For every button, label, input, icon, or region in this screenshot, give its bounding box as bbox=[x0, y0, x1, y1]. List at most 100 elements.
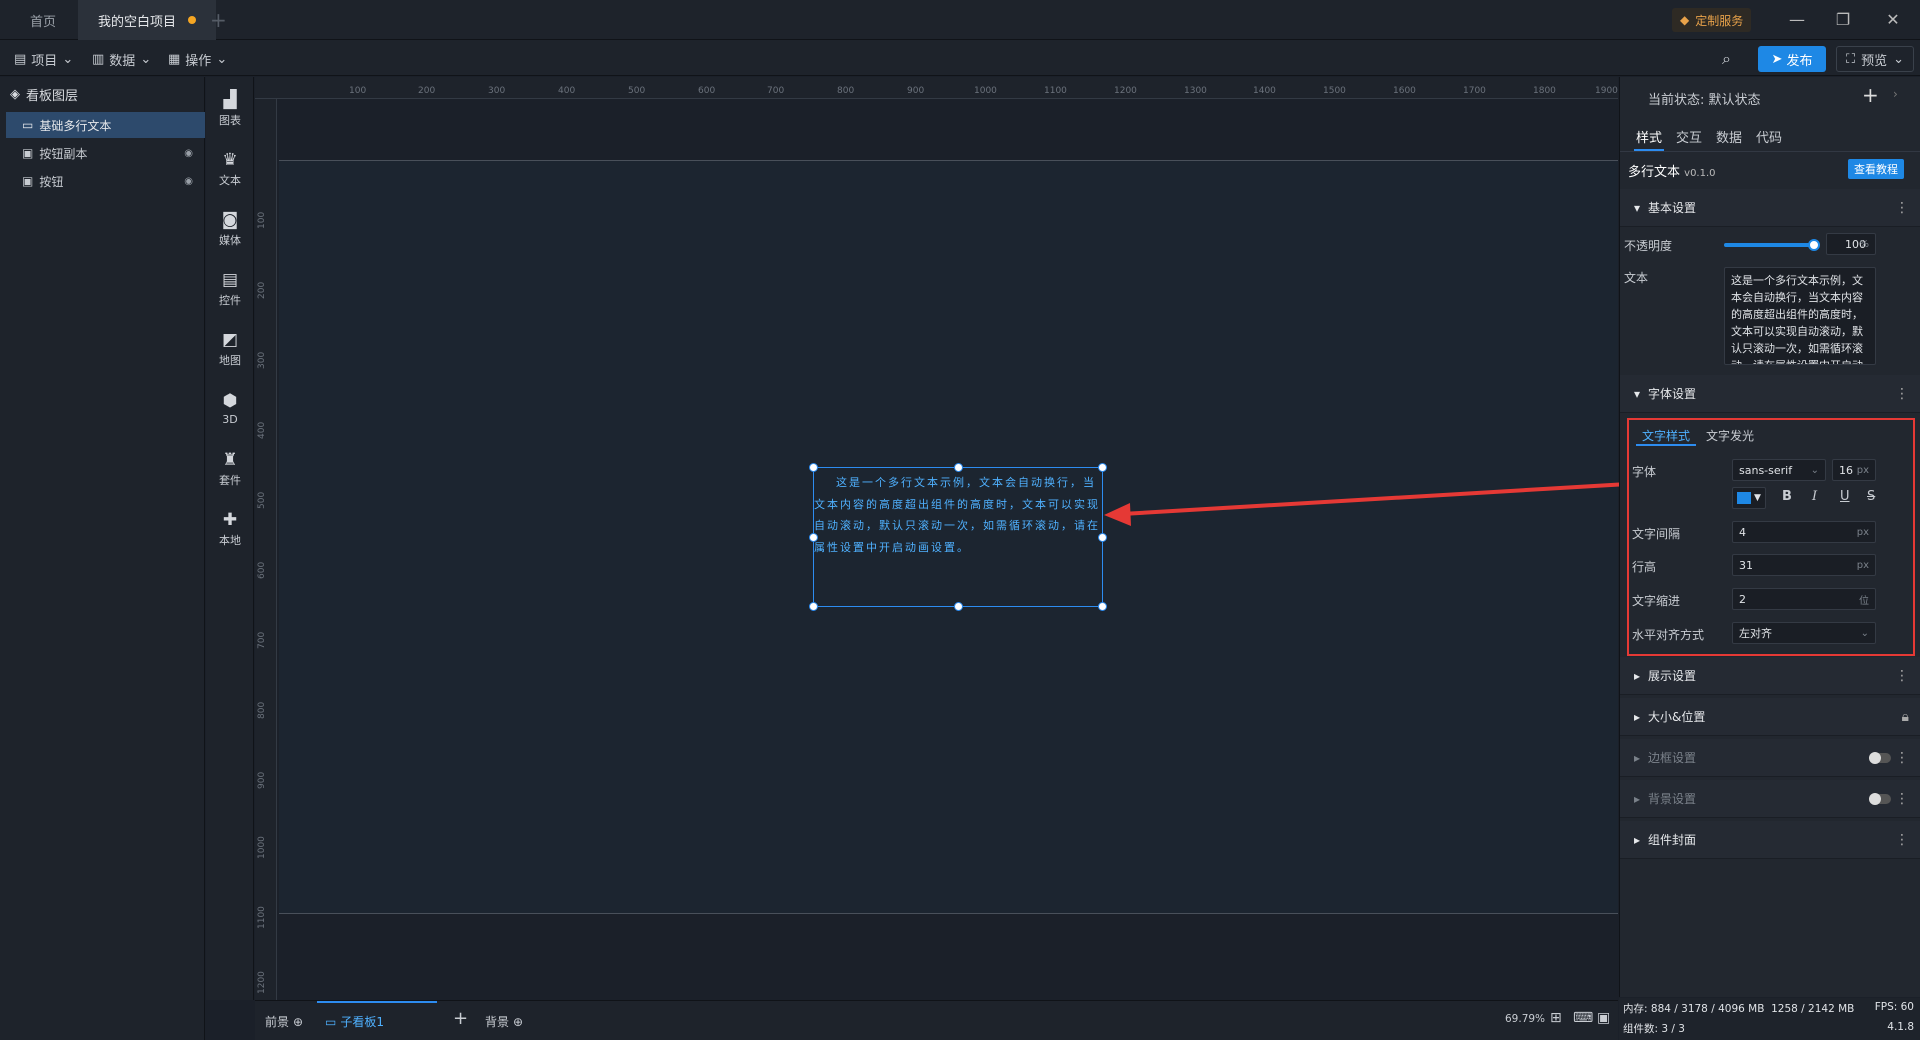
custom-service-button[interactable]: ◆ 定制服务 bbox=[1672, 8, 1752, 32]
section-display[interactable]: ▸ 展示设置 ⋮ bbox=[1620, 657, 1920, 695]
resize-handle[interactable] bbox=[809, 602, 818, 611]
terminal-icon[interactable]: ▣ bbox=[1597, 1010, 1610, 1026]
zoom-level[interactable]: 69.79% bbox=[1505, 1013, 1545, 1025]
memory-status: 内存: 884 / 3178 / 4096 MB 1258 / 2142 MB bbox=[1623, 1003, 1855, 1015]
publish-button[interactable]: ➤ 发布 bbox=[1758, 46, 1826, 72]
caret-right-icon: ▸ bbox=[1634, 668, 1641, 683]
tool-text[interactable]: ♛ 文本 bbox=[206, 141, 254, 197]
annotation-highlight-box bbox=[1627, 418, 1915, 656]
section-background[interactable]: ▸ 背景设置 ⋮ bbox=[1620, 780, 1920, 818]
chevron-right-icon[interactable]: › bbox=[1893, 87, 1898, 101]
layer-item[interactable]: ▭ 基础多行文本 bbox=[6, 112, 205, 138]
tab-project[interactable]: 我的空白项目 bbox=[78, 0, 217, 40]
more-icon[interactable]: ⋮ bbox=[1895, 791, 1909, 807]
monitor-icon: ▭ bbox=[325, 1014, 337, 1029]
section-cover[interactable]: ▸ 组件封面 ⋮ bbox=[1620, 821, 1920, 859]
layer-item[interactable]: ▣ 按钮 ◉ bbox=[6, 168, 205, 194]
tab-style[interactable]: 样式 bbox=[1636, 127, 1662, 146]
map-icon: ◩ bbox=[221, 329, 239, 350]
resize-handle[interactable] bbox=[1098, 602, 1107, 611]
more-icon[interactable]: ⋮ bbox=[1895, 386, 1909, 402]
eye-hidden-icon[interactable]: ◉ bbox=[184, 148, 193, 159]
border-toggle[interactable] bbox=[1869, 751, 1891, 764]
search-icon[interactable]: ⌕ bbox=[1722, 48, 1731, 70]
property-tabs: 样式 交互 数据 代码 bbox=[1636, 127, 1782, 146]
tool-local[interactable]: ✚ 本地 bbox=[206, 501, 254, 557]
opacity-slider[interactable] bbox=[1724, 239, 1820, 251]
document-icon: ▤ bbox=[14, 51, 27, 67]
tutorial-button[interactable]: 查看教程 bbox=[1848, 159, 1904, 179]
preview-button[interactable]: ⛶ 预览 ⌄ bbox=[1836, 46, 1914, 72]
tab-interaction[interactable]: 交互 bbox=[1676, 127, 1702, 146]
caret-down-icon: ▾ bbox=[1634, 200, 1641, 215]
add-tab-icon[interactable]: + bbox=[210, 8, 227, 32]
component-name: 多行文本 v0.1.0 bbox=[1628, 165, 1716, 180]
title-bar: 首页 我的空白项目 + ◆ 定制服务 — ❐ ✕ bbox=[0, 0, 1920, 40]
cube-icon: ⬢ bbox=[222, 391, 238, 411]
more-icon[interactable]: ⋮ bbox=[1895, 750, 1909, 766]
tool-map[interactable]: ◩ 地图 bbox=[206, 321, 254, 377]
keyboard-icon[interactable]: ⌨ bbox=[1573, 1010, 1593, 1026]
resize-handle[interactable] bbox=[954, 463, 963, 472]
lock-icon[interactable]: 🔒︎ bbox=[1902, 709, 1909, 725]
fit-screen-icon[interactable]: ⊞ bbox=[1550, 1010, 1562, 1026]
tool-control[interactable]: ▤ 控件 bbox=[206, 261, 254, 317]
minimize-icon[interactable]: — bbox=[1784, 8, 1810, 32]
app-version: 4.1.8 bbox=[1887, 1021, 1914, 1033]
text-label: 文本 bbox=[1624, 271, 1649, 285]
caret-right-icon: ▸ bbox=[1634, 709, 1641, 724]
opacity-input[interactable]: 100% bbox=[1826, 233, 1876, 255]
divider bbox=[1620, 151, 1920, 152]
add-circle-icon[interactable]: ⊕ bbox=[293, 1015, 303, 1029]
section-font[interactable]: ▾ 字体设置 ⋮ bbox=[1620, 375, 1920, 413]
database-icon: ▥ bbox=[92, 51, 105, 67]
add-board-icon[interactable]: + bbox=[453, 1008, 468, 1029]
opacity-slider-fill bbox=[1724, 243, 1814, 247]
tab-home[interactable]: 首页 bbox=[10, 0, 76, 40]
more-icon[interactable]: ⋮ bbox=[1895, 832, 1909, 848]
multiline-text-content: 这是一个多行文本示例，文本会自动换行，当文本内容的高度超出组件的高度时，文本可以… bbox=[814, 476, 1100, 554]
caret-down-icon: ▾ bbox=[1634, 386, 1641, 401]
text-textarea[interactable]: 这是一个多行文本示例，文本会自动换行，当文本内容的高度超出组件的高度时，文本可以… bbox=[1724, 267, 1876, 365]
tool-kit[interactable]: ♜ 套件 bbox=[206, 441, 254, 497]
add-state-icon[interactable]: + bbox=[1862, 83, 1879, 107]
eye-hidden-icon[interactable]: ◉ bbox=[184, 176, 193, 187]
section-size-position[interactable]: ▸ 大小&位置 🔒︎ bbox=[1620, 698, 1920, 736]
resize-handle[interactable] bbox=[809, 463, 818, 472]
layer-item[interactable]: ▣ 按钮副本 ◉ bbox=[6, 140, 205, 166]
tab-data[interactable]: 数据 bbox=[1716, 127, 1742, 146]
menu-data[interactable]: ▥ 数据 ⌄ bbox=[92, 48, 151, 70]
resize-handle[interactable] bbox=[954, 602, 963, 611]
subboard-tab[interactable]: ▭ 子看板1 bbox=[325, 1013, 384, 1030]
crown-text-icon: ♛ bbox=[222, 149, 238, 170]
add-circle-icon[interactable]: ⊕ bbox=[513, 1015, 523, 1029]
resize-handle[interactable] bbox=[809, 533, 818, 542]
button-layer-icon: ▣ bbox=[22, 146, 34, 160]
toggle-knob bbox=[1869, 751, 1881, 764]
tool-chart[interactable]: ▟ 图表 bbox=[206, 81, 254, 137]
more-icon[interactable]: ⋮ bbox=[1895, 668, 1909, 684]
section-border[interactable]: ▸ 边框设置 ⋮ bbox=[1620, 739, 1920, 777]
menu-project[interactable]: ▤ 项目 ⌄ bbox=[14, 48, 73, 70]
foreground-tab[interactable]: 前景 ⊕ bbox=[265, 1013, 303, 1030]
section-basic[interactable]: ▾ 基本设置 ⋮ bbox=[1620, 189, 1920, 227]
multiline-text-component[interactable]: 这是一个多行文本示例，文本会自动换行，当文本内容的高度超出组件的高度时，文本可以… bbox=[809, 463, 1107, 611]
grid-icon: ▦ bbox=[168, 51, 181, 67]
arrow-head bbox=[1104, 503, 1131, 526]
opacity-slider-thumb[interactable] bbox=[1808, 239, 1820, 251]
caret-right-icon: ▸ bbox=[1634, 832, 1641, 847]
background-toggle[interactable] bbox=[1869, 792, 1891, 805]
menu-bar: ▤ 项目 ⌄ ▥ 数据 ⌄ ▦ 操作 ⌄ ⌕ ➤ 发布 ⛶ 预览 ⌄ bbox=[0, 40, 1920, 76]
tool-3d[interactable]: ⬢ 3D bbox=[206, 381, 254, 437]
current-state: 当前状态: 默认状态 bbox=[1648, 93, 1761, 108]
tool-media[interactable]: ◙ 媒体 bbox=[206, 201, 254, 257]
close-icon[interactable]: ✕ bbox=[1880, 8, 1906, 32]
more-icon[interactable]: ⋮ bbox=[1895, 200, 1909, 216]
background-tab[interactable]: 背景 ⊕ bbox=[485, 1013, 523, 1030]
resize-handle[interactable] bbox=[1098, 533, 1107, 542]
menu-operation[interactable]: ▦ 操作 ⌄ bbox=[168, 48, 227, 70]
restore-icon[interactable]: ❐ bbox=[1830, 8, 1856, 32]
bar-chart-icon: ▟ bbox=[223, 89, 237, 110]
text-layer-icon: ▭ bbox=[22, 118, 34, 132]
tab-code[interactable]: 代码 bbox=[1756, 127, 1782, 146]
